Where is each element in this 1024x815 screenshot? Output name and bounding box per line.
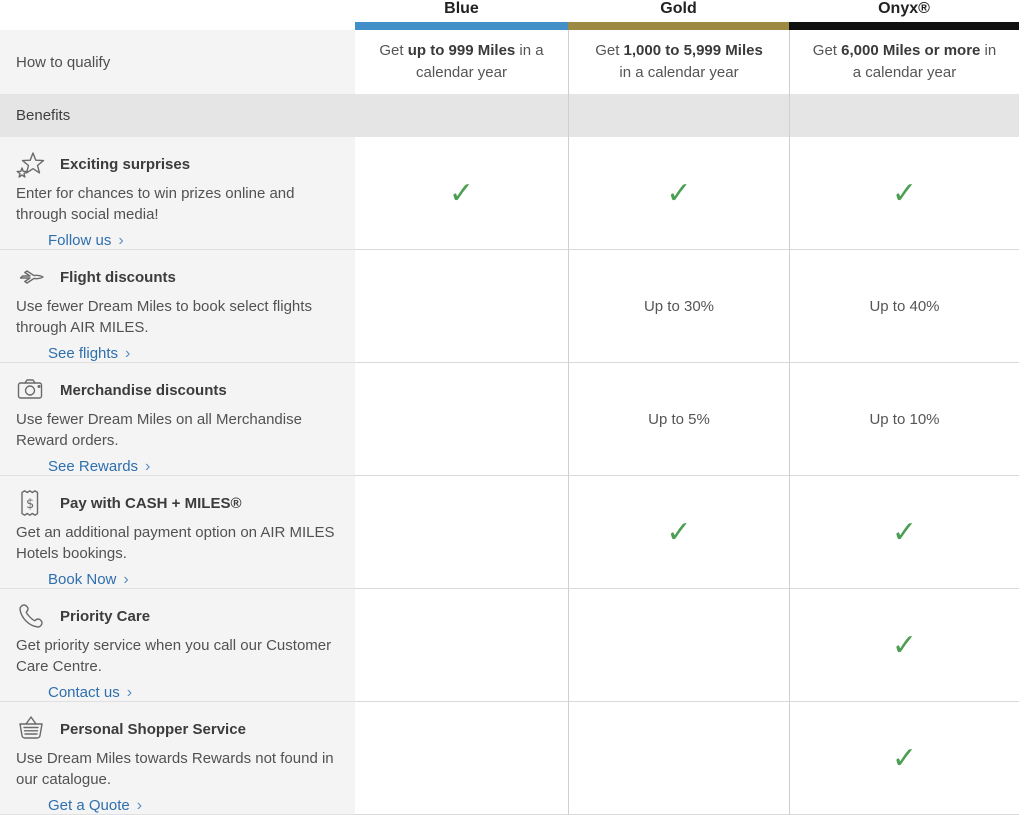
benefit-link-label: See Rewards (48, 458, 138, 475)
benefit-description: Get priority service when you call our C… (16, 635, 341, 677)
benefit-feature-cell: Exciting surprises Enter for chances to w… (0, 137, 355, 250)
tier-value-cell: Up to 10% (789, 363, 1019, 476)
benefit-title: Priority Care (60, 608, 150, 625)
tier-value-cell (355, 250, 568, 363)
star-icon (16, 149, 48, 179)
tier-header-onyx: Onyx® (789, 0, 1019, 30)
tier-color-bar (789, 22, 1019, 30)
chevron-right-icon: › (125, 346, 130, 362)
tier-value-cell (355, 476, 568, 589)
chevron-right-icon: › (123, 572, 128, 588)
basket-icon (16, 714, 46, 744)
benefit-title: Merchandise discounts (60, 382, 227, 399)
benefits-band-gold (568, 94, 789, 137)
benefit-link-label: Get a Quote (48, 797, 130, 814)
benefit-description: Use fewer Dream Miles on all Merchandise… (16, 409, 341, 451)
tier-name: Onyx® (789, 0, 1019, 18)
check-icon: ✓ (789, 476, 1019, 589)
benefit-description: Use fewer Dream Miles to book select fli… (16, 296, 341, 338)
qualify-cell-blue: Get up to 999 Miles in a calendar year (355, 30, 568, 94)
qualify-cell-gold: Get 1,000 to 5,999 Miles in a calendar y… (568, 30, 789, 94)
benefit-feature-cell: Personal Shopper Service Use Dream Miles … (0, 702, 355, 815)
benefit-feature-cell: Flight discounts Use fewer Dream Miles to… (0, 250, 355, 363)
tier-value-cell: Up to 5% (568, 363, 789, 476)
tier-value-cell (568, 589, 789, 702)
benefit-link[interactable]: See Rewards › (48, 458, 150, 475)
benefits-band-onyx (789, 94, 1019, 137)
benefits-section-label: Benefits (0, 94, 355, 137)
benefit-title: Exciting surprises (60, 156, 190, 173)
check-icon: ✓ (789, 702, 1019, 815)
check-icon: ✓ (568, 476, 789, 589)
benefit-link[interactable]: Get a Quote › (48, 797, 142, 814)
camera-icon (16, 375, 48, 405)
how-to-qualify-label: How to qualify (0, 30, 355, 94)
tier-comparison-table: Blue Gold Onyx® How to qualify Get up to… (0, 0, 1019, 815)
tier-value-cell: Up to 40% (789, 250, 1019, 363)
tier-value-cell (568, 702, 789, 815)
phone-icon (16, 601, 48, 631)
tier-color-bar (355, 22, 568, 30)
benefit-link[interactable]: Contact us › (48, 684, 132, 701)
chevron-right-icon: › (145, 459, 150, 475)
benefit-link-label: Follow us (48, 232, 111, 249)
tier-header-blue: Blue (355, 0, 568, 30)
benefit-title: Pay with CASH + MILES® (60, 495, 242, 512)
benefit-description: Use Dream Miles towards Rewards not foun… (16, 748, 341, 790)
benefit-link-label: Contact us (48, 684, 120, 701)
benefit-title: Flight discounts (60, 269, 176, 286)
tier-value-cell: Up to 30% (568, 250, 789, 363)
basket-icon (16, 714, 48, 744)
tier-value-cell (355, 363, 568, 476)
benefit-link-label: See flights (48, 345, 118, 362)
airplane-icon (16, 262, 46, 292)
check-icon: ✓ (789, 137, 1019, 250)
chevron-right-icon: › (137, 798, 142, 814)
benefit-feature-cell: $ Pay with CASH + MILES® Get an additiona… (0, 476, 355, 589)
check-icon: ✓ (568, 137, 789, 250)
chevron-right-icon: › (127, 685, 132, 701)
benefit-title: Personal Shopper Service (60, 721, 246, 738)
benefit-link[interactable]: See flights › (48, 345, 130, 362)
check-icon: ✓ (789, 589, 1019, 702)
tier-value-cell (355, 702, 568, 815)
tier-color-bar (568, 22, 789, 30)
benefit-feature-cell: Priority Care Get priority service when y… (0, 589, 355, 702)
header-spacer (0, 0, 355, 30)
benefit-description: Enter for chances to win prizes online a… (16, 183, 341, 225)
benefits-band-blue (355, 94, 568, 137)
benefit-description: Get an additional payment option on AIR … (16, 522, 341, 564)
svg-text:$: $ (26, 497, 34, 512)
tier-header-gold: Gold (568, 0, 789, 30)
phone-icon (16, 601, 46, 631)
qualify-cell-onyx: Get 6,000 Miles or more in a calendar ye… (789, 30, 1019, 94)
benefit-link[interactable]: Book Now › (48, 571, 129, 588)
airplane-icon (16, 262, 48, 292)
camera-icon (16, 375, 46, 405)
benefit-feature-cell: Merchandise discounts Use fewer Dream Mil… (0, 363, 355, 476)
tier-name: Gold (568, 0, 789, 18)
benefit-link[interactable]: Follow us › (48, 232, 124, 249)
tier-value-cell (355, 589, 568, 702)
tier-name: Blue (355, 0, 568, 18)
chevron-right-icon: › (118, 233, 123, 249)
check-icon: ✓ (355, 137, 568, 250)
receipt-icon: $ (16, 488, 48, 518)
receipt-icon: $ (16, 488, 46, 518)
benefit-link-label: Book Now (48, 571, 116, 588)
star-icon (16, 149, 46, 179)
